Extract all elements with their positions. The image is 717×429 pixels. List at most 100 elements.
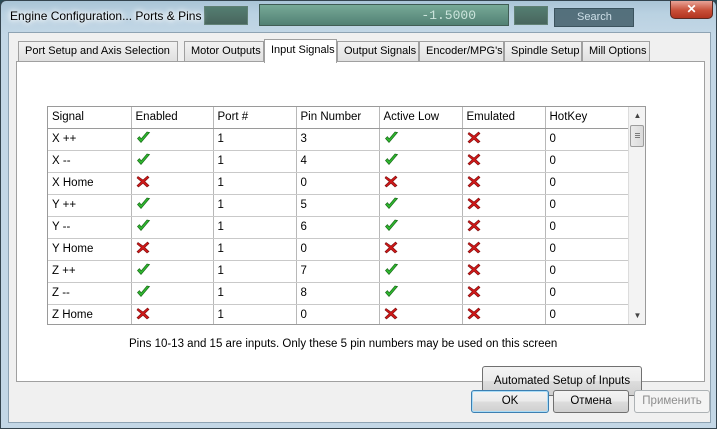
enabled-cell[interactable]: [131, 260, 214, 283]
hotkey-cell[interactable]: 0: [545, 304, 630, 324]
signal-cell[interactable]: Z Home: [48, 304, 132, 324]
port-cell[interactable]: 1: [213, 172, 297, 195]
pin-number-cell[interactable]: 0: [296, 238, 380, 261]
pin-number-cell[interactable]: 6: [296, 216, 380, 239]
enabled-cell[interactable]: [131, 216, 214, 239]
close-button[interactable]: ✕: [670, 1, 713, 19]
hotkey-cell[interactable]: 0: [545, 216, 630, 239]
emulated-cell[interactable]: [462, 172, 546, 195]
tab-output-signals[interactable]: Output Signals: [337, 41, 419, 61]
hotkey-cell[interactable]: 0: [545, 238, 630, 261]
cancel-button[interactable]: Отмена: [553, 390, 629, 413]
table-row[interactable]: Z -- 1 8 0: [48, 282, 630, 305]
column-header-hotkey[interactable]: HotKey: [545, 107, 630, 129]
pin-number-cell[interactable]: 0: [296, 172, 380, 195]
column-header-emulated[interactable]: Emulated: [462, 107, 546, 129]
emulated-cell[interactable]: [462, 260, 546, 283]
pin-number-cell[interactable]: 5: [296, 194, 380, 217]
table-row[interactable]: X -- 1 4 0: [48, 150, 630, 173]
green-check-icon: [384, 219, 399, 235]
pin-number-cell[interactable]: 3: [296, 128, 380, 151]
column-header-active-low[interactable]: Active Low: [379, 107, 463, 129]
emulated-cell[interactable]: [462, 282, 546, 305]
active-low-cell[interactable]: [379, 282, 463, 305]
background-app-strip-2: [514, 6, 548, 25]
tab-encoder-mpg[interactable]: Encoder/MPG's: [419, 41, 504, 61]
tab-motor-outputs[interactable]: Motor Outputs: [184, 41, 264, 61]
green-check-icon: [136, 197, 151, 213]
signal-cell[interactable]: Z --: [48, 282, 132, 305]
enabled-cell[interactable]: [131, 282, 214, 305]
emulated-cell[interactable]: [462, 128, 546, 151]
hotkey-cell[interactable]: 0: [545, 172, 630, 195]
tab-input-signals[interactable]: Input Signals: [264, 39, 337, 63]
emulated-cell[interactable]: [462, 150, 546, 173]
enabled-cell[interactable]: [131, 128, 214, 151]
port-cell[interactable]: 1: [213, 260, 297, 283]
port-cell[interactable]: 1: [213, 282, 297, 305]
input-signals-grid[interactable]: Signal Enabled Port # Pin Number Active …: [47, 106, 646, 325]
hotkey-cell[interactable]: 0: [545, 282, 630, 305]
red-x-icon: [467, 219, 481, 235]
signal-cell[interactable]: Y Home: [48, 238, 132, 261]
pin-number-cell[interactable]: 8: [296, 282, 380, 305]
scrollbar-thumb[interactable]: [630, 125, 644, 147]
enabled-cell[interactable]: [131, 238, 214, 261]
ok-button[interactable]: OK: [471, 390, 549, 413]
table-row[interactable]: Z ++ 1 7 0: [48, 260, 630, 283]
emulated-cell[interactable]: [462, 216, 546, 239]
active-low-cell[interactable]: [379, 238, 463, 261]
table-row[interactable]: Z Home 1 0 0: [48, 304, 630, 324]
table-row[interactable]: Y Home 1 0 0: [48, 238, 630, 261]
port-cell[interactable]: 1: [213, 194, 297, 217]
pin-number-cell[interactable]: 0: [296, 304, 380, 324]
tab-port-setup[interactable]: Port Setup and Axis Selection: [18, 41, 178, 61]
active-low-cell[interactable]: [379, 172, 463, 195]
hotkey-cell[interactable]: 0: [545, 194, 630, 217]
hotkey-cell[interactable]: 0: [545, 128, 630, 151]
green-check-icon: [384, 263, 399, 279]
signal-cell[interactable]: Y --: [48, 216, 132, 239]
port-cell[interactable]: 1: [213, 304, 297, 324]
signal-cell[interactable]: X ++: [48, 128, 132, 151]
pin-number-cell[interactable]: 4: [296, 150, 380, 173]
tab-mill-options[interactable]: Mill Options: [582, 41, 650, 61]
column-header-signal[interactable]: Signal: [48, 107, 132, 129]
table-row[interactable]: Y ++ 1 5 0: [48, 194, 630, 217]
active-low-cell[interactable]: [379, 128, 463, 151]
active-low-cell[interactable]: [379, 304, 463, 324]
enabled-cell[interactable]: [131, 304, 214, 324]
port-cell[interactable]: 1: [213, 128, 297, 151]
column-header-port[interactable]: Port #: [213, 107, 297, 129]
column-header-pin-number[interactable]: Pin Number: [296, 107, 380, 129]
pin-number-cell[interactable]: 7: [296, 260, 380, 283]
enabled-cell[interactable]: [131, 150, 214, 173]
active-low-cell[interactable]: [379, 150, 463, 173]
emulated-cell[interactable]: [462, 194, 546, 217]
table-row[interactable]: X ++ 1 3 0: [48, 128, 630, 151]
port-cell[interactable]: 1: [213, 238, 297, 261]
vertical-scrollbar[interactable]: ▲ ▼: [628, 107, 645, 324]
title-bar[interactable]: -1.5000 Search Engine Configuration... P…: [1, 1, 716, 33]
emulated-cell[interactable]: [462, 304, 546, 324]
hotkey-cell[interactable]: 0: [545, 260, 630, 283]
active-low-cell[interactable]: [379, 260, 463, 283]
table-row[interactable]: X Home 1 0 0: [48, 172, 630, 195]
enabled-cell[interactable]: [131, 194, 214, 217]
signal-cell[interactable]: Z ++: [48, 260, 132, 283]
table-row[interactable]: Y -- 1 6 0: [48, 216, 630, 239]
signal-cell[interactable]: X --: [48, 150, 132, 173]
signal-cell[interactable]: Y ++: [48, 194, 132, 217]
enabled-cell[interactable]: [131, 172, 214, 195]
port-cell[interactable]: 1: [213, 150, 297, 173]
emulated-cell[interactable]: [462, 238, 546, 261]
signal-cell[interactable]: X Home: [48, 172, 132, 195]
hotkey-cell[interactable]: 0: [545, 150, 630, 173]
column-header-enabled[interactable]: Enabled: [131, 107, 214, 129]
scroll-down-arrow-icon[interactable]: ▼: [629, 307, 645, 324]
scroll-up-arrow-icon[interactable]: ▲: [629, 107, 645, 124]
tab-spindle-setup[interactable]: Spindle Setup: [504, 41, 582, 61]
port-cell[interactable]: 1: [213, 216, 297, 239]
active-low-cell[interactable]: [379, 194, 463, 217]
active-low-cell[interactable]: [379, 216, 463, 239]
